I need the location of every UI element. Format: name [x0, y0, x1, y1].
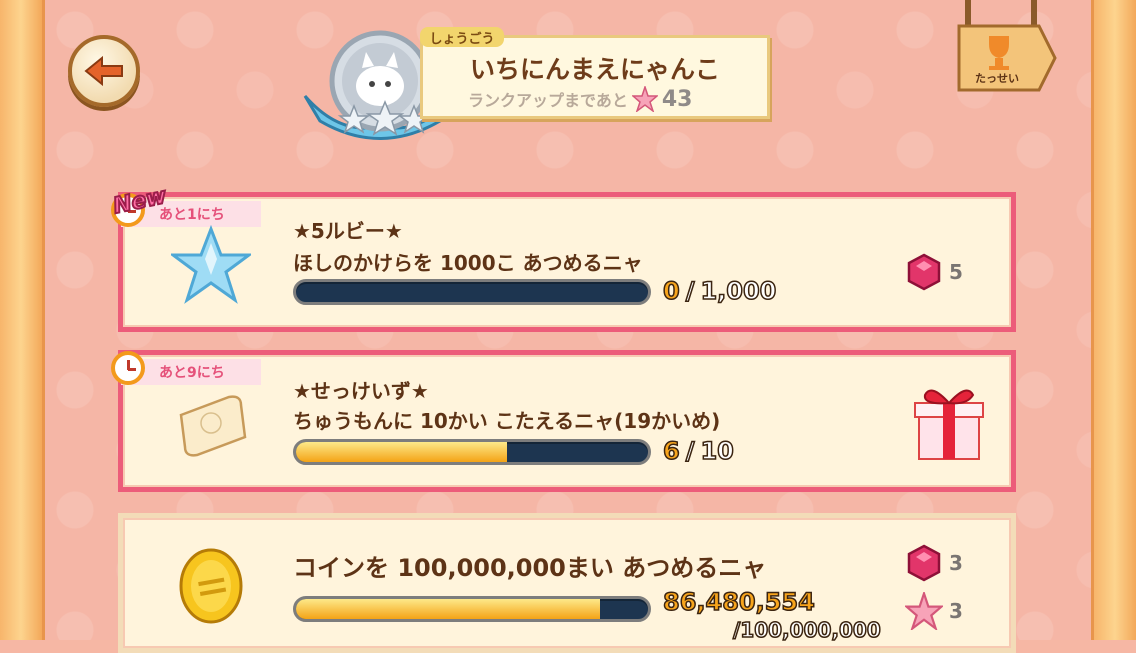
- clock-icon: [111, 351, 145, 385]
- mission-card-1[interactable]: あと1にち New ★5ルビー★ ほしのかけらを 1000こ あつめるニャ 0 …: [110, 183, 1016, 332]
- mission-description: コインを 100,000,000まい あつめるニャ: [293, 554, 767, 582]
- progress-fill: [296, 442, 508, 462]
- reward-star: 3: [905, 592, 963, 630]
- rank-up-label: ランクアップまであと: [468, 91, 628, 110]
- progress-total: 10: [700, 436, 735, 466]
- pink-star-icon: [905, 592, 943, 630]
- progress-current: 0: [662, 276, 680, 306]
- mission-card-3[interactable]: コインを 100,000,000まい あつめるニャ 86,480,554 /10…: [118, 513, 1016, 653]
- reward-ruby-count: 3: [949, 551, 963, 575]
- rank-up-count: 43: [661, 86, 693, 112]
- gift-box-icon: [914, 389, 984, 460]
- progress-current: 86,480,554: [662, 587, 815, 617]
- mission-description: ちゅうもんに 10かい こたえるニャ(19かいめ): [293, 409, 721, 433]
- pink-star-icon: [631, 86, 658, 112]
- mission-card-2[interactable]: あと9にち ★せっけいず★ ちゅうもんに 10かい こたえるニャ(19かいめ) …: [111, 350, 1016, 492]
- crystal-star-icon: [171, 225, 251, 304]
- progress-bar: [293, 279, 651, 305]
- back-button[interactable]: [68, 35, 140, 107]
- progress-current: 6: [662, 436, 680, 466]
- title-name: いちにんまえにゃんこ: [469, 55, 720, 84]
- mission-title: ★せっけいず★: [293, 379, 429, 403]
- progress-bar: [293, 596, 651, 622]
- progress-total: /100,000,000: [732, 617, 881, 643]
- progress-current-text: 86,480,554: [662, 587, 815, 617]
- achievements-button[interactable]: たっせい: [957, 0, 1057, 96]
- mission-description: ほしのかけらを 1000こ あつめるニャ: [293, 251, 643, 275]
- progress-separator: /: [685, 436, 695, 466]
- back-arrow-icon: [84, 56, 123, 86]
- gold-coin-icon: [179, 548, 243, 624]
- reward-count: 5: [949, 260, 963, 284]
- progress-bar: [293, 439, 651, 465]
- reward-ruby: 3: [905, 544, 963, 582]
- ruby-icon: [907, 544, 941, 582]
- achievements-label: たっせい: [975, 72, 1019, 85]
- mission-title: ★5ルビー★: [293, 219, 403, 243]
- progress-text: 6 / 10: [662, 436, 735, 466]
- progress-separator: /: [685, 276, 695, 306]
- ruby-icon: [907, 253, 941, 291]
- reward: 5: [905, 253, 963, 291]
- progress-fill: [296, 599, 601, 619]
- title-tag: しょうごう: [420, 27, 504, 47]
- blueprint-scroll-icon: [179, 395, 247, 457]
- left-frame: [0, 0, 45, 640]
- reward-star-count: 3: [949, 599, 963, 623]
- right-frame: [1091, 0, 1136, 640]
- progress-total: 1,000: [700, 276, 777, 306]
- progress-text: 0 / 1,000: [662, 276, 777, 306]
- rank-up-line: ランクアップまであと 43: [468, 86, 692, 112]
